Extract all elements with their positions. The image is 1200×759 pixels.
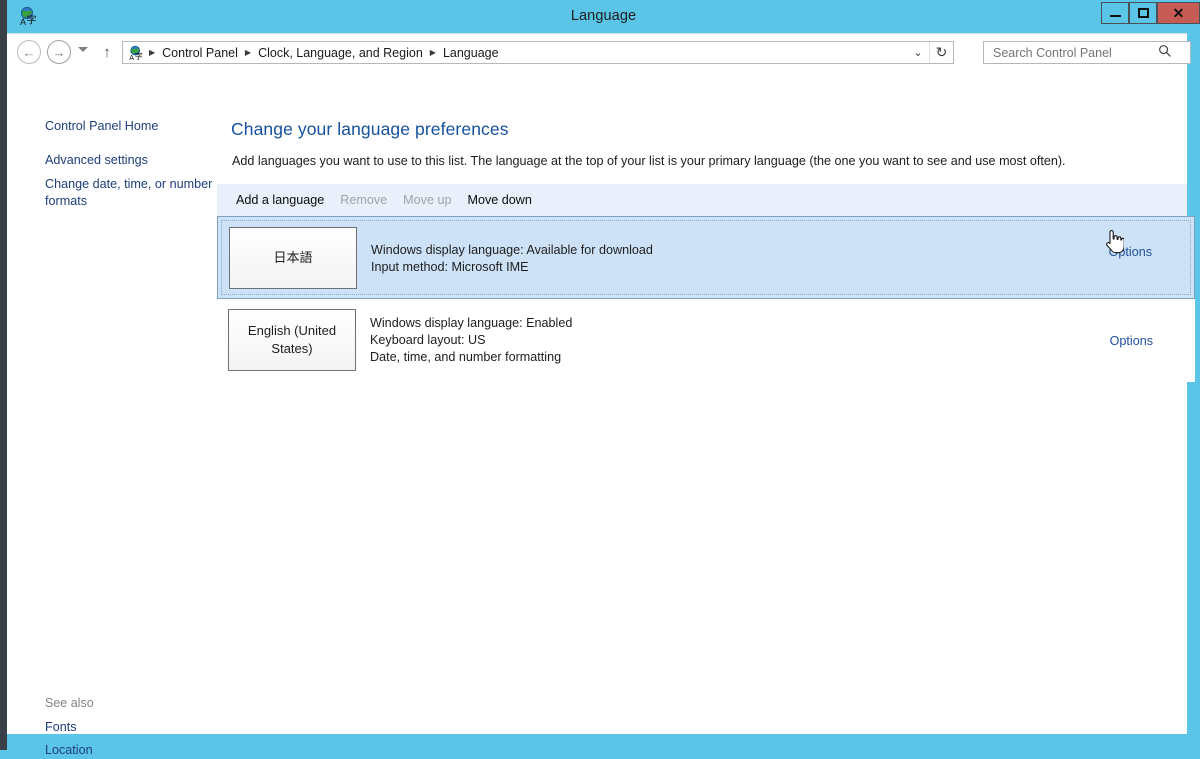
window-left-frame — [0, 0, 7, 750]
back-button[interactable]: ← — [17, 40, 41, 64]
main-content-pane: Change your language preferences Add lan… — [217, 69, 1195, 734]
language-list-item-english-united-states[interactable]: English (United States) Windows display … — [217, 299, 1195, 382]
language-list-item-japanese[interactable]: 日本語 Windows display language: Available … — [217, 216, 1195, 299]
breadcrumb-separator-icon: ▶ — [429, 47, 436, 57]
maximize-icon — [1137, 8, 1149, 18]
minimize-button[interactable] — [1101, 2, 1129, 24]
language-detail-line: Date, time, and number formatting — [370, 350, 562, 364]
refresh-icon[interactable]: ↻ — [929, 42, 953, 63]
breadcrumb-language[interactable]: Language — [441, 46, 501, 60]
up-button[interactable]: ↑ — [96, 42, 118, 62]
sidebar-item-change-date-time-number-formats[interactable]: Change date, time, or number formats — [45, 176, 213, 210]
svg-text:字: 字 — [135, 51, 143, 61]
remove-button: Remove — [340, 193, 388, 207]
language-detail-line: Windows display language: Available for … — [371, 242, 653, 257]
close-icon: ✕ — [1172, 5, 1185, 21]
breadcrumb-separator-icon: ▶ — [149, 47, 156, 57]
language-name-tile: 日本語 — [229, 227, 357, 289]
language-detail-line: Windows display language: Enabled — [370, 316, 573, 330]
options-link-japanese[interactable]: Options — [1109, 217, 1152, 300]
back-arrow-icon: ← — [22, 44, 36, 60]
maximize-button[interactable] — [1129, 2, 1157, 24]
forward-button[interactable]: → — [47, 40, 71, 64]
page-description: Add languages you want to use to this li… — [232, 154, 1066, 168]
language-detail-line: Keyboard layout: US — [370, 333, 486, 347]
sidebar-item-advanced-settings[interactable]: Advanced settings — [45, 152, 213, 169]
window-client-area: ← → ↑ A 字 ▶ Control Panel ▶ Clock, Langu… — [7, 33, 1195, 757]
breadcrumb-separator-icon: ▶ — [244, 47, 252, 57]
up-arrow-icon: ↑ — [103, 43, 111, 61]
language-list: 日本語 Windows display language: Available … — [217, 216, 1195, 382]
forward-arrow-icon: → — [52, 44, 66, 60]
breadcrumb-control-panel[interactable]: Control Panel — [160, 46, 240, 60]
svg-text:A: A — [129, 53, 134, 61]
title-bar: A 字 Language ✕ — [7, 0, 1200, 33]
move-up-button: Move up — [403, 193, 452, 207]
see-also-label: See also — [45, 696, 94, 710]
options-link-english[interactable]: Options — [1110, 299, 1153, 382]
page-title: Change your language preferences — [231, 119, 509, 139]
sidebar-item-fonts[interactable]: Fonts — [45, 719, 213, 736]
search-icon[interactable] — [1158, 44, 1172, 61]
recent-locations-chevron-down-icon[interactable] — [78, 47, 88, 52]
language-detail-line: Input method: Microsoft IME — [371, 259, 529, 274]
window-title: Language — [570, 8, 637, 24]
add-a-language-button[interactable]: Add a language — [228, 190, 332, 210]
sidebar-item-control-panel-home[interactable]: Control Panel Home — [45, 118, 213, 135]
focus-rectangle — [221, 220, 1191, 295]
address-bar[interactable]: A 字 ▶ Control Panel ▶ Clock, Language, a… — [122, 41, 954, 64]
close-button[interactable]: ✕ — [1157, 2, 1200, 24]
language-name-tile: English (United States) — [228, 309, 356, 371]
address-chevron-down-icon[interactable]: ⌄ — [907, 42, 929, 63]
search-input[interactable] — [991, 44, 1156, 61]
breadcrumb-clock-language-region[interactable]: Clock, Language, and Region — [256, 46, 425, 60]
minimize-icon — [1109, 15, 1121, 17]
left-navigation-pane: Control Panel Home Advanced settings Cha… — [7, 69, 217, 757]
address-language-globe-icon: A 字 — [128, 45, 144, 62]
language-details: Windows display language: Available for … — [371, 217, 653, 300]
move-down-button[interactable]: Move down — [459, 190, 539, 210]
sidebar-item-location[interactable]: Location — [45, 742, 213, 759]
language-control-panel-window: A 字 Language ✕ ← → ↑ A 字 ▶ Control Panel… — [0, 0, 1200, 757]
navigation-bar: ← → ↑ A 字 ▶ Control Panel ▶ Clock, Langu… — [7, 34, 1191, 69]
language-details: Windows display language: Enabled Keyboa… — [370, 299, 572, 382]
command-toolbar: Add a language Remove Move up Move down — [217, 184, 1187, 216]
search-box[interactable] — [983, 41, 1191, 64]
